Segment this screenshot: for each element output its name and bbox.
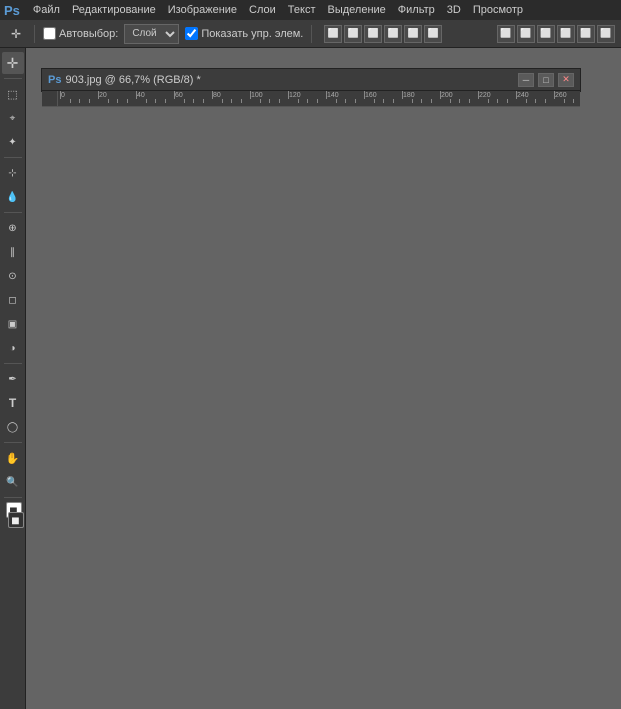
lasso-tool[interactable]: ⌖ bbox=[2, 107, 24, 129]
tool-sep4 bbox=[4, 363, 22, 364]
eraser-tool[interactable]: ◻ bbox=[2, 289, 24, 311]
dist-right[interactable]: ⬜ bbox=[537, 25, 555, 43]
magic-wand-tool[interactable]: ✦ bbox=[2, 131, 24, 153]
align-top[interactable]: ⬜ bbox=[384, 25, 402, 43]
show-controls-label: Показать упр. элем. bbox=[201, 28, 303, 40]
doc-minimize[interactable]: ─ bbox=[518, 73, 534, 87]
menu-view[interactable]: Просмотр bbox=[468, 3, 528, 17]
tool-sep1 bbox=[4, 78, 22, 79]
tool-sep6 bbox=[4, 497, 22, 498]
eyedropper-tool[interactable]: 💧 bbox=[2, 186, 24, 208]
document-window: Ps 903.jpg @ 66,7% (RGB/8) * ─ □ ✕ 02040… bbox=[41, 68, 581, 92]
dist-center-h[interactable]: ⬜ bbox=[517, 25, 535, 43]
move-tool[interactable]: ✛ bbox=[2, 52, 24, 74]
align-left[interactable]: ⬜ bbox=[324, 25, 342, 43]
document-title: 903.jpg @ 66,7% (RGB/8) * bbox=[65, 74, 514, 86]
align-center-v[interactable]: ⬜ bbox=[404, 25, 422, 43]
menu-filter[interactable]: Фильтр bbox=[393, 3, 440, 17]
dist-center-v[interactable]: ⬜ bbox=[577, 25, 595, 43]
hand-tool[interactable]: ✋ bbox=[2, 447, 24, 469]
document-titlebar: Ps 903.jpg @ 66,7% (RGB/8) * ─ □ ✕ bbox=[42, 69, 580, 91]
dodge-tool[interactable]: ◑ bbox=[2, 337, 24, 359]
doc-close[interactable]: ✕ bbox=[558, 73, 574, 87]
distribute-group: ⬜ ⬜ ⬜ ⬜ ⬜ ⬜ bbox=[497, 25, 615, 43]
ruler-horizontal: 020406080100120140160180200220240260 bbox=[58, 91, 580, 107]
clone-tool[interactable]: ⊙ bbox=[2, 265, 24, 287]
menu-edit[interactable]: Редактирование bbox=[67, 3, 161, 17]
ruler-corner bbox=[42, 91, 58, 107]
pen-tool[interactable]: ✒ bbox=[2, 368, 24, 390]
left-toolbar: ✛ ⬚ ⌖ ✦ ⊹ 💧 ⊕ ∥ ⊙ ◻ ▣ ◑ ✒ T ◯ ✋ 🔍 ■ ■ bbox=[0, 48, 26, 709]
menu-file[interactable]: Файл bbox=[28, 3, 65, 17]
zoom-tool[interactable]: 🔍 bbox=[2, 471, 24, 493]
menu-text[interactable]: Текст bbox=[283, 3, 321, 17]
show-controls-group: Показать упр. элем. bbox=[185, 27, 303, 40]
brush-tool[interactable]: ∥ bbox=[2, 241, 24, 263]
heal-tool[interactable]: ⊕ bbox=[2, 217, 24, 239]
align-center-h[interactable]: ⬜ bbox=[344, 25, 362, 43]
autoselect-checkbox[interactable] bbox=[43, 27, 56, 40]
separator bbox=[34, 25, 35, 43]
menu-bar: Ps Файл Редактирование Изображение Слои … bbox=[0, 0, 621, 20]
crop-tool[interactable]: ⊹ bbox=[2, 162, 24, 184]
autoselect-label: Автовыбор: bbox=[59, 28, 118, 40]
type-tool[interactable]: T bbox=[2, 392, 24, 414]
move-tool-options[interactable]: ✛ bbox=[6, 24, 26, 44]
menu-layers[interactable]: Слои bbox=[244, 3, 281, 17]
align-right[interactable]: ⬜ bbox=[364, 25, 382, 43]
options-bar: ✛ Автовыбор: Слой Показать упр. элем. ⬜ … bbox=[0, 20, 621, 48]
main-area: ✛ ⬚ ⌖ ✦ ⊹ 💧 ⊕ ∥ ⊙ ◻ ▣ ◑ ✒ T ◯ ✋ 🔍 ■ ■ Ps… bbox=[0, 48, 621, 709]
dist-bottom[interactable]: ⬜ bbox=[597, 25, 615, 43]
show-controls-checkbox[interactable] bbox=[185, 27, 198, 40]
align-bottom[interactable]: ⬜ bbox=[424, 25, 442, 43]
menu-3d[interactable]: 3D bbox=[442, 3, 466, 17]
app-logo: Ps bbox=[4, 3, 20, 18]
separator2 bbox=[311, 25, 312, 43]
doc-maximize[interactable]: □ bbox=[538, 73, 554, 87]
autoselect-checkbox-group: Автовыбор: bbox=[43, 27, 118, 40]
dist-top[interactable]: ⬜ bbox=[557, 25, 575, 43]
bg-color-btn[interactable]: ■ bbox=[8, 512, 24, 528]
tool-sep3 bbox=[4, 212, 22, 213]
gradient-tool[interactable]: ▣ bbox=[2, 313, 24, 335]
rect-select-tool[interactable]: ⬚ bbox=[2, 83, 24, 105]
dist-left[interactable]: ⬜ bbox=[497, 25, 515, 43]
doc-logo: Ps bbox=[48, 74, 61, 86]
menu-select[interactable]: Выделение bbox=[323, 3, 391, 17]
tool-sep5 bbox=[4, 442, 22, 443]
align-group: ⬜ ⬜ ⬜ ⬜ ⬜ ⬜ bbox=[324, 25, 442, 43]
canvas-area: Ps 903.jpg @ 66,7% (RGB/8) * ─ □ ✕ 02040… bbox=[26, 48, 621, 709]
shape-tool[interactable]: ◯ bbox=[2, 416, 24, 438]
tool-sep2 bbox=[4, 157, 22, 158]
menu-image[interactable]: Изображение bbox=[163, 3, 242, 17]
layer-select[interactable]: Слой bbox=[124, 24, 179, 44]
